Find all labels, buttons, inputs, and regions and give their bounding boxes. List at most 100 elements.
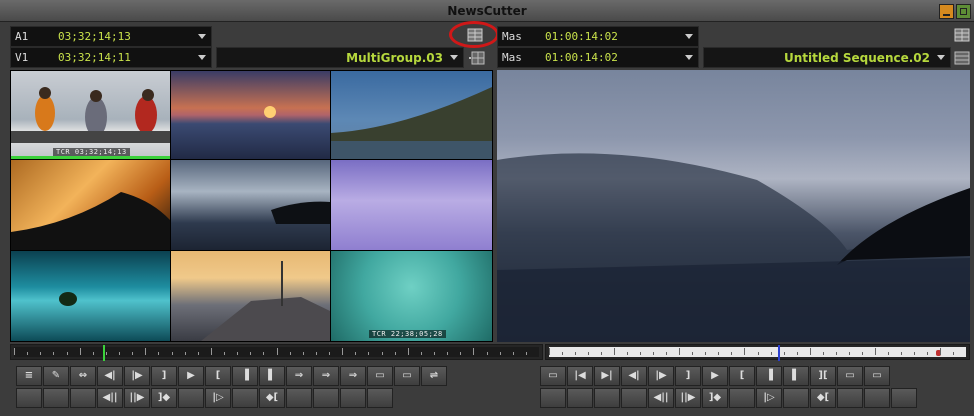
- scale-tick: [575, 352, 576, 355]
- control-button[interactable]: [313, 388, 339, 408]
- control-glyph: ⇒: [321, 370, 331, 381]
- control-button[interactable]: ▶|: [594, 366, 620, 386]
- control-glyph: ◀||: [653, 392, 669, 403]
- source-monitor[interactable]: TCR 03;32;14;13 TCR 22;38;05;28: [10, 70, 493, 342]
- control-button[interactable]: [43, 388, 69, 408]
- camera-angle-1[interactable]: TCR 03;32;14;13: [11, 71, 170, 159]
- record-monitor[interactable]: [497, 70, 970, 342]
- control-button[interactable]: [729, 388, 755, 408]
- control-button[interactable]: ▭: [540, 366, 566, 386]
- control-button[interactable]: [540, 388, 566, 408]
- control-button[interactable]: ]: [675, 366, 701, 386]
- camera-angle-7[interactable]: [11, 251, 170, 341]
- control-button[interactable]: ▭: [394, 366, 420, 386]
- camera-angle-5[interactable]: [171, 160, 330, 250]
- control-button[interactable]: ▭: [837, 366, 863, 386]
- control-glyph: ◀|: [628, 370, 640, 381]
- control-button[interactable]: ⇒: [286, 366, 312, 386]
- control-button[interactable]: ▐: [232, 366, 258, 386]
- control-button[interactable]: [567, 388, 593, 408]
- record-toggle-icon[interactable]: [954, 50, 970, 65]
- control-button[interactable]: [: [205, 366, 231, 386]
- control-button[interactable]: ⇒: [340, 366, 366, 386]
- camera-angle-8[interactable]: [171, 251, 330, 341]
- source-position-bar[interactable]: [10, 344, 543, 361]
- control-button[interactable]: ✎: [43, 366, 69, 386]
- control-button[interactable]: ▶: [702, 366, 728, 386]
- scale-tick: [784, 352, 785, 355]
- control-button[interactable]: ◆[: [810, 388, 836, 408]
- control-button[interactable]: [286, 388, 312, 408]
- control-button[interactable]: ▭: [367, 366, 393, 386]
- position-track[interactable]: [549, 345, 966, 361]
- control-button[interactable]: [621, 388, 647, 408]
- record-grid-icon[interactable]: [954, 27, 970, 42]
- source-track-v-menu[interactable]: V1 03;32;14;11: [10, 47, 212, 68]
- control-button[interactable]: ◀|: [97, 366, 123, 386]
- control-button[interactable]: [594, 388, 620, 408]
- record-track-a-menu[interactable]: Mas 01:00:14:02: [497, 26, 699, 47]
- control-button[interactable]: [783, 388, 809, 408]
- control-button[interactable]: ◆[: [259, 388, 285, 408]
- control-button[interactable]: ◀||: [97, 388, 123, 408]
- position-indicator[interactable]: [103, 345, 105, 361]
- control-button[interactable]: ]◆: [702, 388, 728, 408]
- control-glyph: |▶: [131, 370, 143, 381]
- control-button[interactable]: ⇌: [421, 366, 447, 386]
- control-button[interactable]: [864, 388, 890, 408]
- minimize-button[interactable]: [939, 4, 954, 19]
- control-button[interactable]: ▶: [178, 366, 204, 386]
- position-indicator[interactable]: [778, 345, 780, 361]
- camera-angle-4[interactable]: [11, 160, 170, 250]
- control-button[interactable]: ◀||: [648, 388, 674, 408]
- control-button[interactable]: [367, 388, 393, 408]
- control-button[interactable]: |▶: [124, 366, 150, 386]
- control-button[interactable]: ▌: [259, 366, 285, 386]
- scale-tick: [549, 348, 550, 355]
- control-button[interactable]: |▶: [648, 366, 674, 386]
- control-button[interactable]: [340, 388, 366, 408]
- source-track-a-menu[interactable]: A1 03;32;14;13: [10, 26, 212, 47]
- record-position-bar[interactable]: [545, 344, 970, 361]
- control-button[interactable]: ▌: [783, 366, 809, 386]
- control-button[interactable]: ⇒: [313, 366, 339, 386]
- control-button[interactable]: |◀: [567, 366, 593, 386]
- maximize-button[interactable]: [956, 4, 971, 19]
- control-button[interactable]: ≡: [16, 366, 42, 386]
- camera-angle-6[interactable]: [331, 160, 492, 250]
- multicam-toggle-icon[interactable]: [469, 50, 485, 65]
- control-button[interactable]: ][: [810, 366, 836, 386]
- control-button[interactable]: [891, 388, 917, 408]
- control-button[interactable]: [16, 388, 42, 408]
- dropdown-arrow-icon: [198, 55, 206, 60]
- control-button[interactable]: [70, 388, 96, 408]
- scale-tick: [460, 352, 461, 355]
- control-button[interactable]: [232, 388, 258, 408]
- scale-tick: [744, 348, 745, 355]
- record-sequence-menu[interactable]: Untitled Sequence.02: [703, 47, 951, 68]
- control-glyph: ▐: [765, 370, 773, 381]
- record-track-v-menu[interactable]: Mas 01:00:14:02: [497, 47, 699, 68]
- control-glyph: ◀|: [104, 370, 116, 381]
- position-track[interactable]: [14, 345, 539, 361]
- control-button[interactable]: ]: [151, 366, 177, 386]
- control-button[interactable]: |▷: [205, 388, 231, 408]
- control-button[interactable]: ||▶: [675, 388, 701, 408]
- control-button[interactable]: ]◆: [151, 388, 177, 408]
- scale-tick: [875, 348, 876, 355]
- control-button[interactable]: ▭: [864, 366, 890, 386]
- control-button[interactable]: |▷: [756, 388, 782, 408]
- camera-angle-9[interactable]: TCR 22;38;05;28: [331, 251, 492, 341]
- control-button[interactable]: [: [729, 366, 755, 386]
- control-button[interactable]: ||▶: [124, 388, 150, 408]
- control-button[interactable]: ◀|: [621, 366, 647, 386]
- camera-angle-2[interactable]: [171, 71, 330, 159]
- control-button[interactable]: [178, 388, 204, 408]
- control-button[interactable]: [837, 388, 863, 408]
- control-glyph: ]◆: [157, 392, 171, 403]
- scale-tick: [119, 352, 120, 355]
- control-button[interactable]: ⇔: [70, 366, 96, 386]
- source-clip-menu[interactable]: MultiGroup.03: [216, 47, 464, 68]
- camera-angle-3[interactable]: [331, 71, 492, 159]
- control-button[interactable]: ▐: [756, 366, 782, 386]
